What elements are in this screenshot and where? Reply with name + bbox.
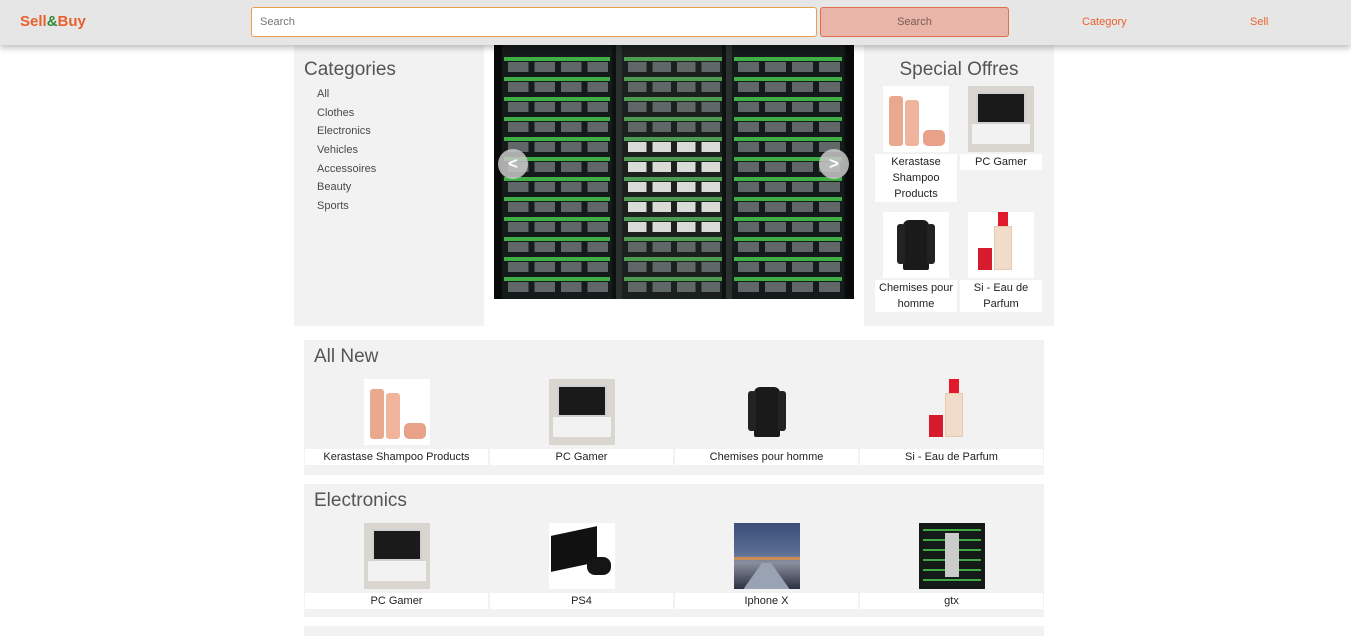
product-card-iphone-x[interactable]: Iphone X (675, 523, 858, 609)
night-city-photo-image (733, 523, 800, 589)
category-item-clothes[interactable]: Clothes (317, 106, 376, 125)
product-name: PC Gamer (305, 593, 488, 609)
product-name: PS4 (490, 593, 673, 609)
hero-carousel[interactable]: < > (494, 45, 854, 299)
shampoo-bottles-image (883, 86, 949, 152)
nav-link-category[interactable]: Category (1082, 16, 1127, 28)
product-name: Chemises pour homme (675, 449, 858, 465)
section-title: All New (314, 346, 379, 367)
black-shirt-image (883, 212, 949, 278)
parfum-bottle-image (918, 379, 985, 445)
laptop-image (363, 523, 430, 589)
carousel-next-button[interactable]: > (819, 149, 849, 179)
offer-name: PC Gamer (960, 154, 1042, 170)
section-title: Electronics (314, 490, 407, 511)
brand-sell: Sell (20, 13, 47, 30)
product-name: Iphone X (675, 593, 858, 609)
category-item-accessoires[interactable]: Accessoires (317, 162, 376, 181)
product-card-ps4[interactable]: PS4 (490, 523, 673, 609)
special-offers-panel: Special Offres Kerastase Shampoo Product… (864, 45, 1054, 326)
brand-buy: Buy (57, 13, 86, 30)
category-item-beauty[interactable]: Beauty (317, 180, 376, 199)
category-item-electronics[interactable]: Electronics (317, 124, 376, 143)
category-item-sports[interactable]: Sports (317, 199, 376, 218)
section-next-partial (304, 626, 1044, 636)
product-card-pc-gamer[interactable]: PC Gamer (305, 523, 488, 609)
offer-name: Chemises pour homme (875, 280, 957, 312)
search-input[interactable] (251, 7, 817, 37)
product-card-pc-gamer[interactable]: PC Gamer (490, 379, 673, 465)
ps4-console-image (548, 523, 615, 589)
category-list: All Clothes Electronics Vehicles Accesso… (317, 87, 376, 218)
offer-name: Si - Eau de Parfum (960, 280, 1042, 312)
product-name: gtx (860, 593, 1043, 609)
product-card-gtx[interactable]: gtx (860, 523, 1043, 609)
carousel-image-server-racks (494, 45, 854, 299)
brand-amp: & (46, 13, 58, 30)
product-name: PC Gamer (490, 449, 673, 465)
category-item-vehicles[interactable]: Vehicles (317, 143, 376, 162)
offer-card-chemises[interactable]: Chemises pour homme (875, 212, 957, 312)
offer-card-parfum[interactable]: Si - Eau de Parfum (960, 212, 1042, 312)
brand-logo[interactable]: Sell&Buy (20, 13, 86, 30)
offer-card-shampoo[interactable]: Kerastase Shampoo Products (875, 86, 957, 202)
section-all-new: All New Kerastase Shampoo Products PC Ga… (304, 340, 1044, 475)
laptop-image (968, 86, 1034, 152)
categories-title: Categories (304, 59, 396, 80)
parfum-bottle-image (968, 212, 1034, 278)
categories-panel: Categories All Clothes Electronics Vehic… (294, 45, 484, 326)
black-shirt-image (733, 379, 800, 445)
product-card-chemises[interactable]: Chemises pour homme (675, 379, 858, 465)
product-card-parfum[interactable]: Si - Eau de Parfum (860, 379, 1043, 465)
special-offers-title: Special Offres (899, 59, 1019, 80)
section-electronics: Electronics PC Gamer PS4 Iphone X gtx (304, 484, 1044, 617)
shampoo-bottles-image (363, 379, 430, 445)
nav-link-sell[interactable]: Sell (1250, 16, 1268, 28)
product-name: Kerastase Shampoo Products (305, 449, 488, 465)
search-button[interactable]: Search (820, 7, 1009, 37)
navbar: Sell&Buy Search Category Sell (0, 0, 1351, 45)
product-name: Si - Eau de Parfum (860, 449, 1043, 465)
category-item-all[interactable]: All (317, 87, 376, 106)
server-rack-image (918, 523, 985, 589)
offer-card-pc-gamer[interactable]: PC Gamer (960, 86, 1042, 170)
carousel-prev-button[interactable]: < (498, 149, 528, 179)
offer-name: Kerastase Shampoo Products (875, 154, 957, 202)
laptop-image (548, 379, 615, 445)
product-card-shampoo[interactable]: Kerastase Shampoo Products (305, 379, 488, 465)
